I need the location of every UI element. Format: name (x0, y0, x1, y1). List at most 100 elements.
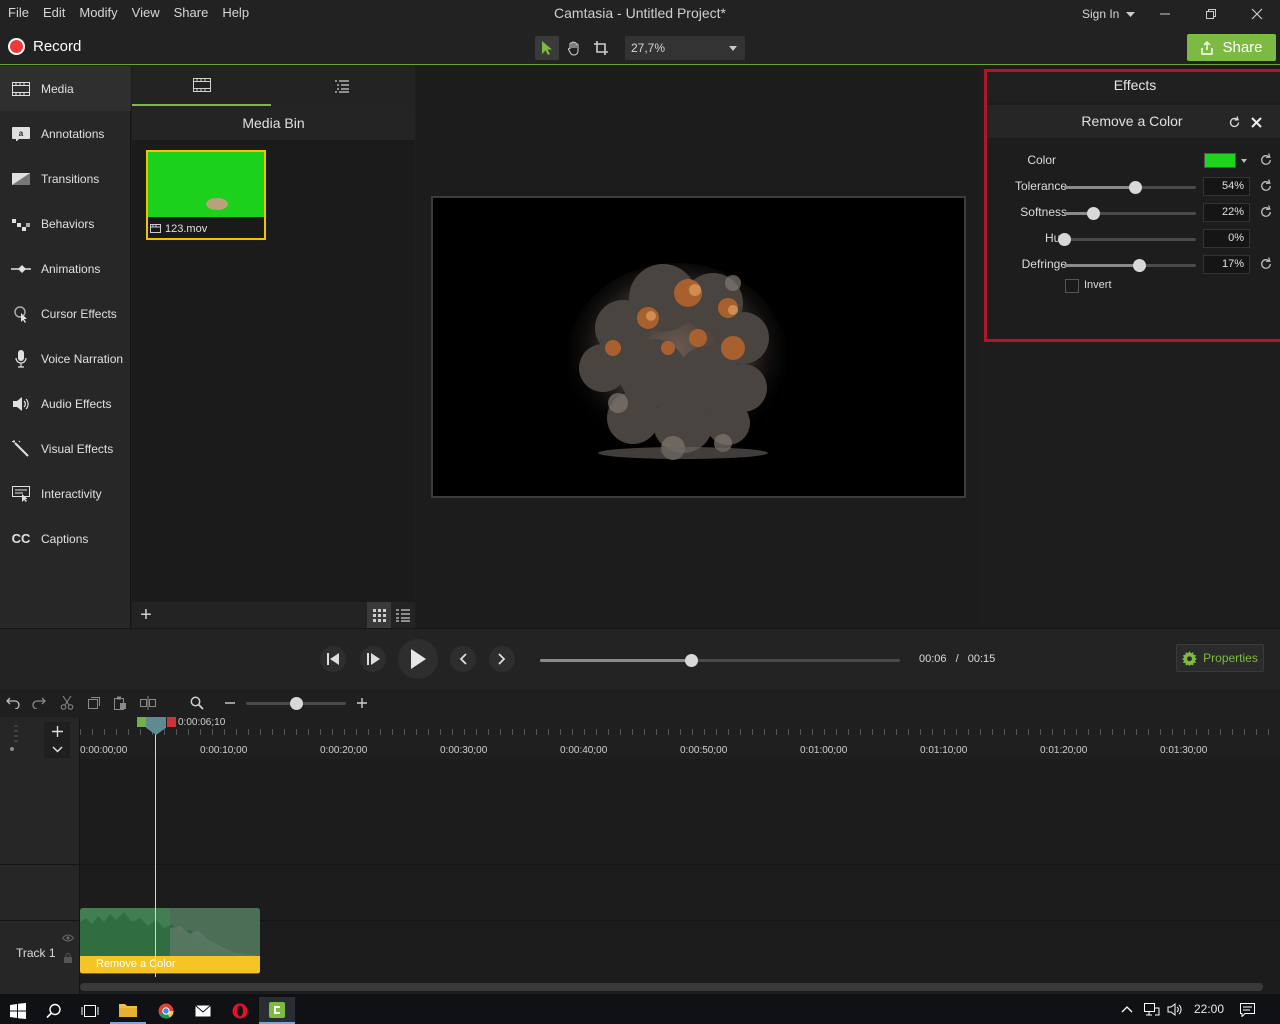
volume-icon[interactable] (1167, 1003, 1183, 1016)
sidebar-item-voice-narration[interactable]: Voice Narration (0, 336, 131, 381)
hue-slider[interactable] (1058, 233, 1196, 246)
playback-scrubber[interactable] (540, 654, 900, 667)
sidebar-item-cursor-effects[interactable]: Cursor Effects (0, 291, 131, 336)
file-explorer-button[interactable] (110, 997, 146, 1024)
reset-effect-icon[interactable] (1228, 116, 1241, 129)
sidebar-item-transitions[interactable]: Transitions (0, 156, 131, 201)
menu-modify[interactable]: Modify (72, 0, 124, 28)
zoom-out-button[interactable] (222, 695, 238, 711)
timeline-zoom-slider[interactable] (246, 697, 346, 710)
chevron-up-icon[interactable] (1121, 1005, 1133, 1013)
video-canvas[interactable] (431, 196, 966, 498)
sidebar-item-behaviors[interactable]: Behaviors (0, 201, 131, 246)
previous-marker-button[interactable] (450, 646, 476, 672)
record-button[interactable]: Record (8, 38, 81, 55)
scrubber-thumb[interactable] (685, 654, 699, 667)
select-tool-button[interactable] (535, 36, 559, 60)
slider-thumb[interactable] (1058, 233, 1071, 246)
taskbar-search-button[interactable] (36, 997, 72, 1024)
reset-icon[interactable] (1259, 205, 1273, 219)
softness-slider[interactable] (1064, 207, 1196, 220)
task-view-button[interactable] (72, 997, 108, 1024)
opera-button[interactable] (222, 997, 258, 1024)
start-button[interactable] (0, 997, 36, 1024)
menu-share[interactable]: Share (167, 0, 216, 28)
sidebar-item-audio-effects[interactable]: Audio Effects (0, 381, 131, 426)
pan-tool-button[interactable] (562, 36, 586, 60)
slider-thumb[interactable] (1129, 181, 1143, 194)
list-view-button[interactable] (391, 602, 415, 628)
close-effect-icon[interactable] (1251, 117, 1262, 128)
timeline-ruler[interactable]: 0:00:00;00 0:00:10;00 0:00:20;00 0:00:30… (80, 717, 1280, 759)
menu-edit[interactable]: Edit (36, 0, 72, 28)
color-swatch[interactable] (1204, 153, 1236, 168)
zoom-timeline-button[interactable] (189, 695, 205, 711)
lock-icon[interactable] (63, 953, 73, 963)
tolerance-slider[interactable] (1064, 181, 1196, 194)
add-media-button[interactable]: + (136, 604, 156, 626)
split-button[interactable] (140, 695, 156, 711)
softness-value[interactable]: 22% (1203, 203, 1250, 222)
track-options-button[interactable] (44, 740, 70, 758)
invert-checkbox[interactable] (1065, 279, 1079, 293)
hand-icon (567, 41, 579, 56)
track-height-icon[interactable] (8, 723, 20, 753)
media-clip-thumbnail[interactable]: 123.mov (146, 150, 266, 240)
add-track-button[interactable] (44, 722, 70, 740)
reset-icon[interactable] (1259, 153, 1273, 167)
cut-button[interactable] (59, 695, 75, 711)
redo-button[interactable] (31, 695, 47, 711)
sidebar-item-animations[interactable]: Animations (0, 246, 131, 291)
paste-button[interactable] (112, 695, 128, 711)
properties-button[interactable]: Properties (1176, 644, 1264, 672)
defringe-slider[interactable] (1064, 259, 1196, 272)
eye-icon[interactable] (62, 934, 74, 942)
hue-value[interactable]: 0% (1203, 229, 1250, 248)
selection-out-handle[interactable] (167, 717, 176, 727)
minimize-button[interactable] (1142, 0, 1188, 28)
notifications-icon[interactable] (1240, 1003, 1255, 1017)
restore-button[interactable] (1188, 0, 1234, 28)
slider-thumb[interactable] (290, 697, 303, 710)
next-marker-button[interactable] (489, 646, 515, 672)
sign-in-button[interactable]: Sign In (1082, 0, 1135, 28)
selection-in-handle[interactable] (137, 717, 146, 727)
track-1-label[interactable]: Track 1 (16, 946, 56, 960)
timeline-tracks[interactable] (80, 759, 1280, 996)
step-forward-button[interactable] (360, 646, 386, 672)
sidebar-item-captions[interactable]: CC Captions (0, 516, 131, 561)
zoom-in-button[interactable] (354, 695, 370, 711)
slider-thumb[interactable] (1133, 259, 1147, 272)
zoom-dropdown[interactable]: 27,7% (625, 36, 745, 60)
camtasia-button[interactable] (259, 997, 295, 1024)
undo-button[interactable] (5, 695, 21, 711)
tolerance-value[interactable]: 54% (1203, 177, 1250, 196)
menu-view[interactable]: View (125, 0, 167, 28)
step-back-button[interactable] (320, 646, 346, 672)
clip-effect-tray[interactable]: Remove a Color (80, 956, 260, 973)
chrome-button[interactable] (148, 997, 184, 1024)
defringe-value[interactable]: 17% (1203, 255, 1250, 274)
sidebar-item-media[interactable]: Media (0, 66, 131, 111)
menu-file[interactable]: File (0, 0, 36, 28)
network-icon[interactable] (1144, 1003, 1160, 1016)
mail-button[interactable] (185, 997, 221, 1024)
menu-help[interactable]: Help (215, 0, 256, 28)
sidebar-item-visual-effects[interactable]: Visual Effects (0, 426, 131, 471)
grid-view-button[interactable] (367, 602, 391, 628)
timeline-clip[interactable]: Remove a Color (80, 908, 260, 974)
share-button[interactable]: Share (1187, 34, 1276, 61)
slider-thumb[interactable] (1087, 207, 1101, 220)
play-button[interactable] (398, 639, 438, 679)
tab-media-bin[interactable] (132, 66, 271, 106)
chevron-down-icon[interactable] (1241, 159, 1247, 163)
sidebar-item-interactivity[interactable]: Interactivity (0, 471, 131, 516)
copy-button[interactable] (86, 695, 102, 711)
crop-tool-button[interactable] (589, 36, 613, 60)
tab-library[interactable] (272, 66, 411, 106)
sidebar-item-annotations[interactable]: a Annotations (0, 111, 131, 156)
reset-icon[interactable] (1259, 257, 1273, 271)
timeline-scrollbar[interactable] (80, 983, 1263, 991)
close-window-button[interactable] (1234, 0, 1280, 28)
reset-icon[interactable] (1259, 179, 1273, 193)
